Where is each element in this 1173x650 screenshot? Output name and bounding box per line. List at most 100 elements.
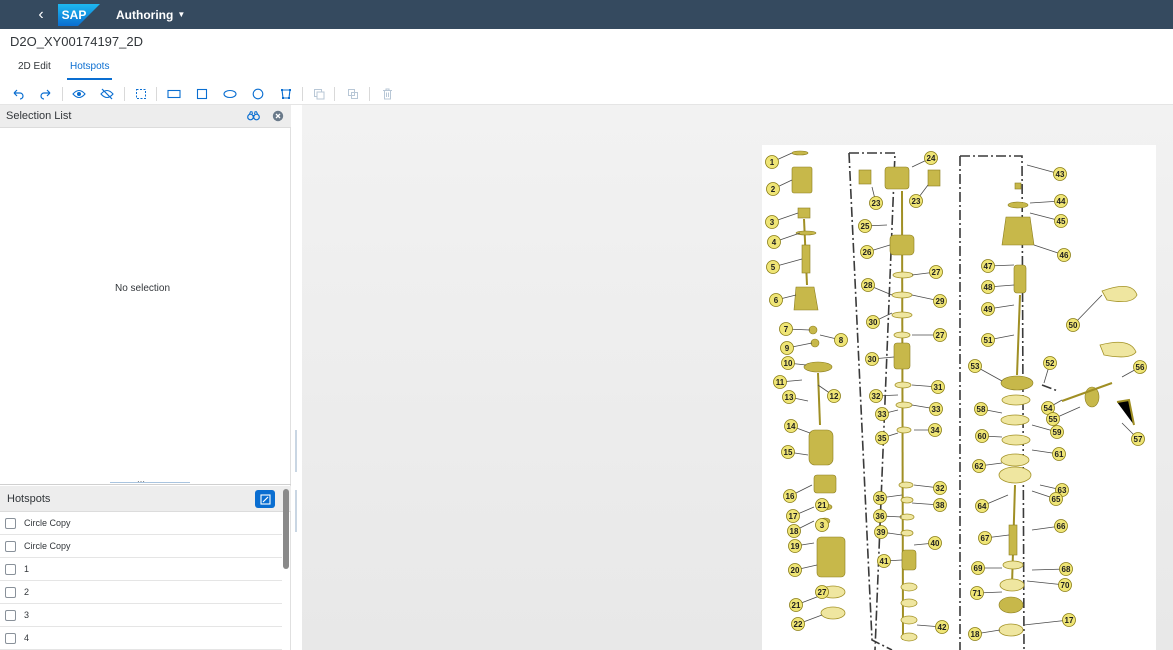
hotspots-scrollbar[interactable] [283,489,289,569]
copy-icon[interactable] [311,86,327,102]
vertical-resize-handle[interactable] [295,430,297,472]
list-item[interactable]: 4 [0,627,282,650]
panel-splitter[interactable]: ⋯ [0,477,291,486]
tab-hotspots[interactable]: Hotspots [70,61,109,72]
callout-49[interactable]: 49 [981,302,1015,316]
callout-24[interactable]: 24 [911,151,938,168]
callout-66[interactable]: 66 [1031,519,1068,533]
callout-27[interactable]: 27 [911,265,943,279]
row-checkbox[interactable] [5,563,16,575]
back-icon[interactable]: ‹ [30,6,52,24]
callout-28[interactable]: 28 [861,278,893,296]
authoring-menu[interactable]: Authoring ▼ [116,8,185,22]
rectangle-tool-icon[interactable] [166,86,182,102]
callout-71[interactable]: 71 [970,586,1003,600]
hotspot-action-button[interactable] [255,490,275,508]
callout-69[interactable]: 69 [971,561,1003,575]
callout-51[interactable]: 51 [981,333,1015,347]
tab-2d-edit[interactable]: 2D Edit [18,61,51,72]
polygon-tool-icon[interactable] [278,86,294,102]
binoculars-icon[interactable] [246,109,260,123]
marquee-select-icon[interactable] [133,86,149,102]
callout-20[interactable]: 20 [788,563,818,577]
square-tool-icon[interactable] [194,86,210,102]
callout-41[interactable]: 41 [877,554,903,568]
callout-8[interactable]: 8 [819,333,848,347]
callout-32[interactable]: 32 [869,389,899,403]
callout-61[interactable]: 61 [1031,447,1066,461]
row-checkbox[interactable] [5,586,16,598]
callout-45[interactable]: 45 [1029,212,1068,228]
callout-14[interactable]: 14 [784,419,811,434]
callout-3[interactable]: 3 [765,212,799,229]
circle-tool-icon[interactable] [250,86,266,102]
callout-2[interactable]: 2 [766,179,793,196]
callout-29[interactable]: 29 [911,294,947,308]
callout-42[interactable]: 42 [916,620,949,634]
callout-65[interactable]: 65 [1031,490,1063,506]
callout-56[interactable]: 56 [1121,360,1147,378]
callout-18[interactable]: 18 [787,520,815,538]
exploded-parts-drawing[interactable]: 1 2 3 4 5 6 7 8 9 10 11 12 13 14 15 16 17 18 19 20 21 22 23 23 2… [762,145,1156,650]
row-checkbox[interactable] [5,540,16,552]
callout-6[interactable]: 6 [769,293,797,307]
callout-64[interactable]: 64 [975,494,1009,513]
callout-35[interactable]: 35 [875,431,899,445]
callout-39[interactable]: 39 [874,525,903,539]
callout-50[interactable]: 50 [1066,294,1103,332]
callout-36[interactable]: 36 [873,509,903,523]
list-item[interactable]: 1 [0,558,282,581]
duplicate-icon[interactable] [345,86,361,102]
callout-10[interactable]: 10 [781,356,807,370]
callout-70[interactable]: 70 [1026,578,1072,592]
callout-4[interactable]: 4 [767,232,801,249]
list-item[interactable]: 2 [0,581,282,604]
callout-21[interactable]: 21 [815,498,829,512]
callout-31[interactable]: 31 [911,380,945,394]
redo-icon[interactable] [38,86,54,102]
show-icon[interactable] [71,86,87,102]
callout-25[interactable]: 25 [858,219,888,233]
delete-icon[interactable] [379,86,395,102]
undo-icon[interactable] [10,86,26,102]
callout-47[interactable]: 47 [981,259,1015,273]
callout-33[interactable]: 33 [875,407,899,421]
callout-43[interactable]: 43 [1026,164,1067,181]
vertical-resize-handle[interactable] [295,490,297,532]
callout-33[interactable]: 33 [911,402,943,416]
callout-18[interactable]: 18 [968,627,1001,641]
callout-19[interactable]: 19 [788,539,815,553]
list-item[interactable]: Circle Copy [0,512,282,535]
callout-59[interactable]: 59 [1031,424,1064,439]
callout-3[interactable]: 3 [815,518,829,532]
callout-40[interactable]: 40 [913,536,942,550]
callout-35[interactable]: 35 [873,491,903,505]
callout-15[interactable]: 15 [781,445,809,459]
callout-48[interactable]: 48 [981,280,1015,294]
callout-11[interactable]: 11 [773,375,803,389]
callout-13[interactable]: 13 [782,390,809,404]
callout-27[interactable]: 27 [815,585,829,599]
callout-16[interactable]: 16 [783,484,813,503]
callout-57[interactable]: 57 [1121,422,1145,446]
callout-27[interactable]: 27 [912,328,947,342]
clear-selection-icon[interactable] [271,109,285,123]
callout-62[interactable]: 62 [972,459,1003,473]
row-checkbox[interactable] [5,632,16,644]
callout-23[interactable]: 23 [869,186,883,210]
callout-68[interactable]: 68 [1031,562,1073,576]
list-item[interactable]: 3 [0,604,282,627]
callout-58[interactable]: 58 [974,402,1003,416]
callout-30[interactable]: 30 [865,352,895,366]
callout-67[interactable]: 67 [978,531,1010,545]
callout-38[interactable]: 38 [911,498,947,512]
callout-17[interactable]: 17 [1023,613,1076,627]
sap-logo[interactable]: SAP [58,3,100,26]
hide-icon[interactable] [99,86,115,102]
callout-9[interactable]: 9 [780,341,813,355]
drawing-canvas[interactable]: 1 2 3 4 5 6 7 8 9 10 11 12 13 14 15 16 17 18 19 20 21 22 23 23 2… [302,105,1173,650]
ellipse-tool-icon[interactable] [222,86,238,102]
callout-12[interactable]: 12 [817,384,841,403]
callout-46[interactable]: 46 [1033,244,1071,262]
callout-60[interactable]: 60 [975,429,1003,443]
